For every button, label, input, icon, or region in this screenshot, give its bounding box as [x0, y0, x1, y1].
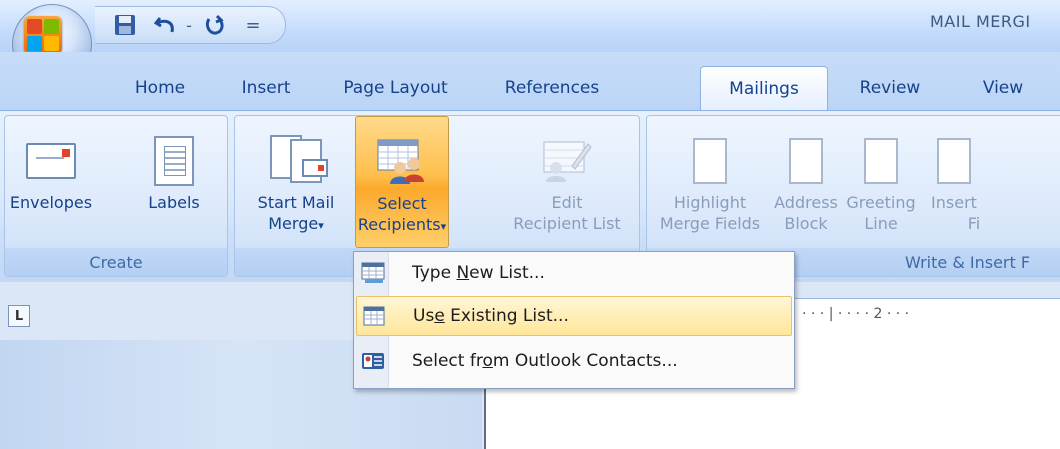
select-recipients-menu: Type New List... Use Existing List... Se…: [353, 251, 795, 389]
start-mail-merge-button[interactable]: Start Mail Merge▾: [241, 116, 351, 246]
start-mail-merge-label-1: Start Mail: [257, 193, 335, 212]
address-label-1: Address: [774, 193, 838, 212]
select-recipients-button[interactable]: Select Recipients▾: [355, 116, 449, 248]
quick-access-toolbar: - =: [95, 6, 286, 44]
envelope-icon: [25, 130, 77, 192]
redo-icon[interactable]: [201, 11, 229, 39]
tab-mailings[interactable]: Mailings: [700, 66, 828, 111]
select-recipients-icon: [376, 131, 428, 193]
start-mail-merge-icon: [270, 130, 328, 192]
menu-item-type-new-list[interactable]: Type New List...: [356, 254, 790, 292]
greeting-label-1: Greeting: [846, 193, 916, 212]
select-recipients-label-1: Select: [377, 194, 427, 213]
greeting-label-2: Line: [864, 214, 898, 233]
office-logo-icon: [24, 16, 62, 54]
customize-qat-button[interactable]: =: [243, 11, 263, 39]
labels-label: Labels: [148, 193, 200, 212]
highlight-merge-fields-button[interactable]: Highlight Merge Fields: [655, 116, 765, 246]
start-mail-merge-label-2: Merge▾: [268, 214, 324, 233]
document-title: MAIL MERGI: [930, 12, 1031, 31]
greeting-line-button[interactable]: Greeting Line: [843, 116, 919, 246]
insert-label-2: Fi: [967, 214, 981, 233]
menu-item-label: Select from Outlook Contacts...: [412, 351, 678, 371]
insert-merge-field-icon: [928, 130, 980, 192]
tab-bar: Home Insert Page Layout References Maili…: [0, 52, 1060, 111]
insert-merge-field-button[interactable]: Insert Fi: [919, 116, 989, 246]
tab-view[interactable]: View: [958, 68, 1048, 108]
menu-item-use-existing-list[interactable]: Use Existing List...: [356, 296, 792, 336]
edit-recipient-list-icon: [541, 130, 593, 192]
create-group: Envelopes Labels Create: [4, 115, 228, 277]
labels-icon: [148, 130, 200, 192]
greeting-line-icon: [855, 130, 907, 192]
edit-recipient-list-label-1: Edit: [551, 193, 583, 212]
create-group-label: Create: [5, 248, 227, 276]
save-icon[interactable]: [111, 11, 139, 39]
envelopes-label: Envelopes: [9, 193, 93, 212]
address-block-icon: [780, 130, 832, 192]
menu-item-label: Use Existing List...: [413, 306, 569, 326]
undo-icon[interactable]: [153, 11, 179, 39]
type-list-icon: [356, 262, 390, 284]
address-label-2: Block: [784, 214, 828, 233]
menu-item-outlook-contacts[interactable]: Select from Outlook Contacts...: [356, 342, 790, 380]
ruler-ticks: · · · | · · · · 2 · · ·: [802, 306, 910, 322]
envelopes-button[interactable]: Envelopes: [5, 116, 97, 246]
select-recipients-label-2: Recipients▾: [357, 215, 447, 234]
tab-home[interactable]: Home: [115, 68, 205, 108]
edit-recipient-list-label-2: Recipient List: [513, 214, 621, 233]
tab-insert[interactable]: Insert: [226, 68, 306, 108]
undo-dropdown[interactable]: -: [181, 11, 197, 39]
address-block-button[interactable]: Address Block: [773, 116, 839, 246]
edit-recipient-list-button[interactable]: Edit Recipient List: [503, 116, 631, 246]
existing-list-icon: [357, 306, 391, 326]
highlight-merge-fields-icon: [684, 130, 736, 192]
insert-label-1: Insert: [931, 193, 977, 212]
tab-references[interactable]: References: [482, 68, 622, 108]
highlight-label-1: Highlight: [673, 193, 747, 212]
outlook-contacts-icon: [356, 351, 390, 371]
highlight-label-2: Merge Fields: [659, 214, 761, 233]
tab-selector[interactable]: L: [8, 305, 30, 327]
labels-button[interactable]: Labels: [139, 116, 209, 246]
tab-review[interactable]: Review: [840, 68, 940, 108]
menu-item-label: Type New List...: [412, 263, 545, 283]
tab-page-layout[interactable]: Page Layout: [328, 68, 463, 108]
